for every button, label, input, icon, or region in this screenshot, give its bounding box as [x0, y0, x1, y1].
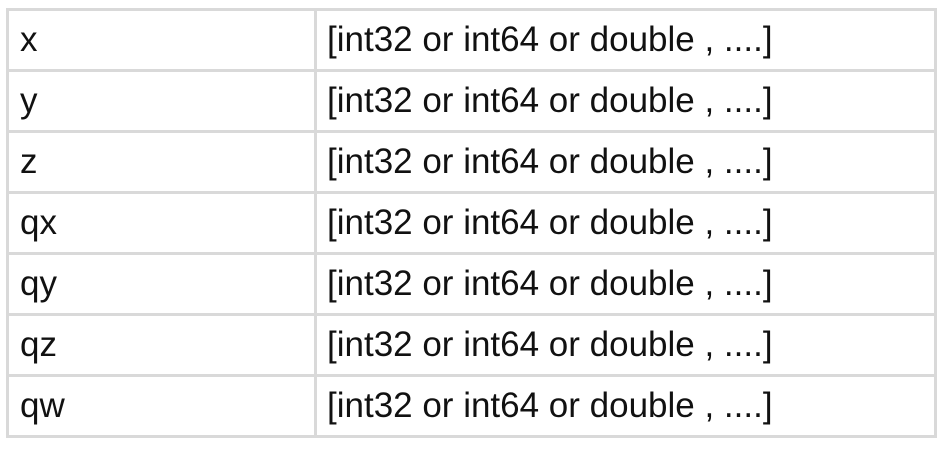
table-row: qw [int32 or int64 or double , ....]	[6, 374, 937, 438]
table-row: y [int32 or int64 or double , ....]	[6, 69, 937, 133]
table-row: qx [int32 or int64 or double , ....]	[6, 191, 937, 255]
table-row: x [int32 or int64 or double , ....]	[6, 8, 937, 72]
field-type-table-container: x [int32 or int64 or double , ....] y [i…	[6, 8, 937, 438]
field-type-cell: [int32 or int64 or double , ....]	[314, 191, 937, 255]
field-name-cell: qw	[6, 374, 317, 438]
field-type-cell: [int32 or int64 or double , ....]	[314, 130, 937, 194]
field-type-cell: [int32 or int64 or double , ....]	[314, 8, 937, 72]
table-row: z [int32 or int64 or double , ....]	[6, 130, 937, 194]
table-row: qy [int32 or int64 or double , ....]	[6, 252, 937, 316]
field-type-cell: [int32 or int64 or double , ....]	[314, 313, 937, 377]
field-type-table: x [int32 or int64 or double , ....] y [i…	[6, 8, 937, 438]
field-name-cell: y	[6, 69, 317, 133]
table-row: qz [int32 or int64 or double , ....]	[6, 313, 937, 377]
field-name-cell: qy	[6, 252, 317, 316]
field-name-cell: z	[6, 130, 317, 194]
field-name-cell: x	[6, 8, 317, 72]
field-type-cell: [int32 or int64 or double , ....]	[314, 252, 937, 316]
field-type-cell: [int32 or int64 or double , ....]	[314, 374, 937, 438]
field-name-cell: qz	[6, 313, 317, 377]
field-name-cell: qx	[6, 191, 317, 255]
field-type-cell: [int32 or int64 or double , ....]	[314, 69, 937, 133]
